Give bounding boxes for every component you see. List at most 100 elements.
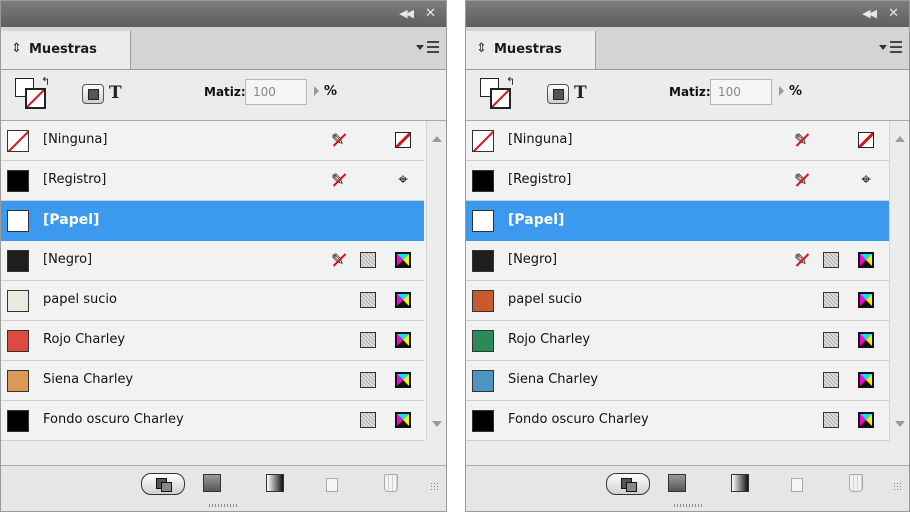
formatting-text-icon[interactable]: T [574, 83, 587, 103]
no-edit-icon: ✎ [794, 172, 810, 188]
show-color-swatches-icon[interactable] [203, 474, 221, 492]
swatch-row-papel[interactable]: [Papel] [1, 201, 424, 241]
drag-handle[interactable] [209, 504, 239, 507]
scroll-down-arrow-icon[interactable] [432, 421, 442, 427]
show-all-swatches-icon[interactable] [606, 473, 650, 495]
swatch-chip [7, 210, 29, 232]
process-color-icon [360, 252, 376, 268]
expand-arrows-icon[interactable]: ⇕ [11, 42, 22, 56]
show-gradient-swatches-icon[interactable] [731, 474, 749, 492]
resize-grip-icon[interactable] [893, 482, 903, 492]
no-edit-icon: ✎ [794, 252, 810, 268]
formatting-container-icon[interactable] [82, 84, 104, 104]
swatch-chip [7, 250, 29, 272]
fill-stroke-icon[interactable]: ↰ [15, 75, 50, 112]
process-color-icon [823, 332, 839, 348]
swatch-chip [472, 410, 494, 432]
show-all-swatches-icon[interactable] [141, 473, 185, 495]
process-color-icon [823, 412, 839, 428]
swatch-name: [Registro] [508, 172, 572, 187]
swatch-row-negro[interactable]: [Negro] ✎ [1, 241, 424, 281]
scroll-up-arrow-icon[interactable] [432, 136, 442, 142]
resize-grip-icon[interactable] [430, 482, 440, 492]
swatch-name: Fondo oscuro Charley [43, 412, 184, 427]
panel-menu-icon[interactable] [879, 39, 903, 55]
swatch-row-siena-charley[interactable]: Siena Charley [466, 361, 889, 401]
tab-label: Muestras [494, 42, 562, 57]
tab-bar: ⇕ Muestras [1, 27, 446, 70]
panel-title-bar[interactable]: ◀◀ ✕ [1, 1, 446, 27]
swatch-list: [Ninguna] ✎ [Registro] ✎ ⌖ [Papel] [Negr… [1, 121, 446, 441]
trash-icon[interactable] [849, 474, 863, 492]
cmyk-mode-icon [395, 252, 411, 268]
swatch-row-siena-charley[interactable]: Siena Charley [1, 361, 424, 401]
swatch-name: Rojo Charley [43, 332, 126, 347]
swatch-row-fondo-oscuro-charley[interactable]: Fondo oscuro Charley [1, 401, 424, 441]
new-swatch-icon[interactable] [791, 478, 803, 492]
swatch-row-rojo-charley[interactable]: Rojo Charley [466, 321, 889, 361]
cmyk-mode-icon [395, 292, 411, 308]
swatch-row-registro[interactable]: [Registro] ✎ ⌖ [1, 161, 424, 201]
swatch-name: [Ninguna] [508, 132, 573, 147]
tint-input[interactable]: 100 [710, 79, 772, 105]
no-edit-icon: ✎ [794, 132, 810, 148]
vertical-scrollbar[interactable] [889, 121, 909, 441]
swatch-row-negro[interactable]: [Negro] ✎ [466, 241, 889, 281]
cmyk-mode-icon [858, 252, 874, 268]
cmyk-mode-icon [395, 372, 411, 388]
vertical-scrollbar[interactable] [426, 121, 446, 441]
trash-icon[interactable] [384, 474, 398, 492]
close-icon[interactable]: ✕ [425, 7, 436, 20]
formatting-container-icon[interactable] [547, 84, 569, 104]
cmyk-mode-icon [395, 412, 411, 428]
tab-label: Muestras [29, 42, 97, 57]
swatch-row-ninguna[interactable]: [Ninguna] ✎ [1, 121, 424, 161]
drag-handle[interactable] [674, 504, 704, 507]
cmyk-mode-icon [858, 412, 874, 428]
registration-icon: ⌖ [861, 170, 871, 190]
panel-title-bar[interactable]: ◀◀ ✕ [466, 1, 909, 27]
no-edit-icon: ✎ [331, 252, 347, 268]
fill-stroke-icon[interactable]: ↰ [480, 75, 515, 112]
swatch-chip [7, 370, 29, 392]
swatch-name: papel sucio [43, 292, 117, 307]
swatch-name: [Papel] [43, 212, 100, 228]
panel-menu-icon[interactable] [416, 39, 440, 55]
scroll-down-arrow-icon[interactable] [895, 421, 905, 427]
close-icon[interactable]: ✕ [888, 7, 899, 20]
collapse-icon[interactable]: ◀◀ [399, 8, 414, 20]
swatch-chip [472, 170, 494, 192]
swatch-chip [472, 330, 494, 352]
tab-bar: ⇕ Muestras [466, 27, 909, 70]
swatch-chip [472, 370, 494, 392]
swatch-chip [7, 170, 29, 192]
expand-arrows-icon[interactable]: ⇕ [476, 42, 487, 56]
formatting-text-icon[interactable]: T [109, 83, 122, 103]
new-swatch-icon[interactable] [326, 478, 338, 492]
no-color-mode-icon [395, 132, 411, 148]
swatch-row-fondo-oscuro-charley[interactable]: Fondo oscuro Charley [466, 401, 889, 441]
tab-muestras[interactable]: ⇕ Muestras [466, 31, 596, 69]
swatch-row-papel-sucio[interactable]: papel sucio [466, 281, 889, 321]
swatch-row-ninguna[interactable]: [Ninguna] ✎ [466, 121, 889, 161]
swatch-row-papel-sucio[interactable]: papel sucio [1, 281, 424, 321]
process-color-icon [360, 292, 376, 308]
show-gradient-swatches-icon[interactable] [266, 474, 284, 492]
show-color-swatches-icon[interactable] [668, 474, 686, 492]
collapse-icon[interactable]: ◀◀ [862, 8, 877, 20]
tint-slider-arrow-icon[interactable] [314, 86, 319, 96]
swatch-row-papel[interactable]: [Papel] [466, 201, 889, 241]
tint-input[interactable]: 100 [245, 79, 307, 105]
swatch-row-registro[interactable]: [Registro] ✎ ⌖ [466, 161, 889, 201]
no-edit-icon: ✎ [331, 172, 347, 188]
swatch-name: Rojo Charley [508, 332, 591, 347]
tint-slider-arrow-icon[interactable] [779, 86, 784, 96]
swatch-name: [Ninguna] [43, 132, 108, 147]
swatch-row-rojo-charley[interactable]: Rojo Charley [1, 321, 424, 361]
cmyk-mode-icon [858, 292, 874, 308]
cmyk-mode-icon [395, 332, 411, 348]
scroll-up-arrow-icon[interactable] [895, 136, 905, 142]
no-color-mode-icon [858, 132, 874, 148]
tab-muestras[interactable]: ⇕ Muestras [1, 31, 131, 69]
no-edit-icon: ✎ [331, 132, 347, 148]
